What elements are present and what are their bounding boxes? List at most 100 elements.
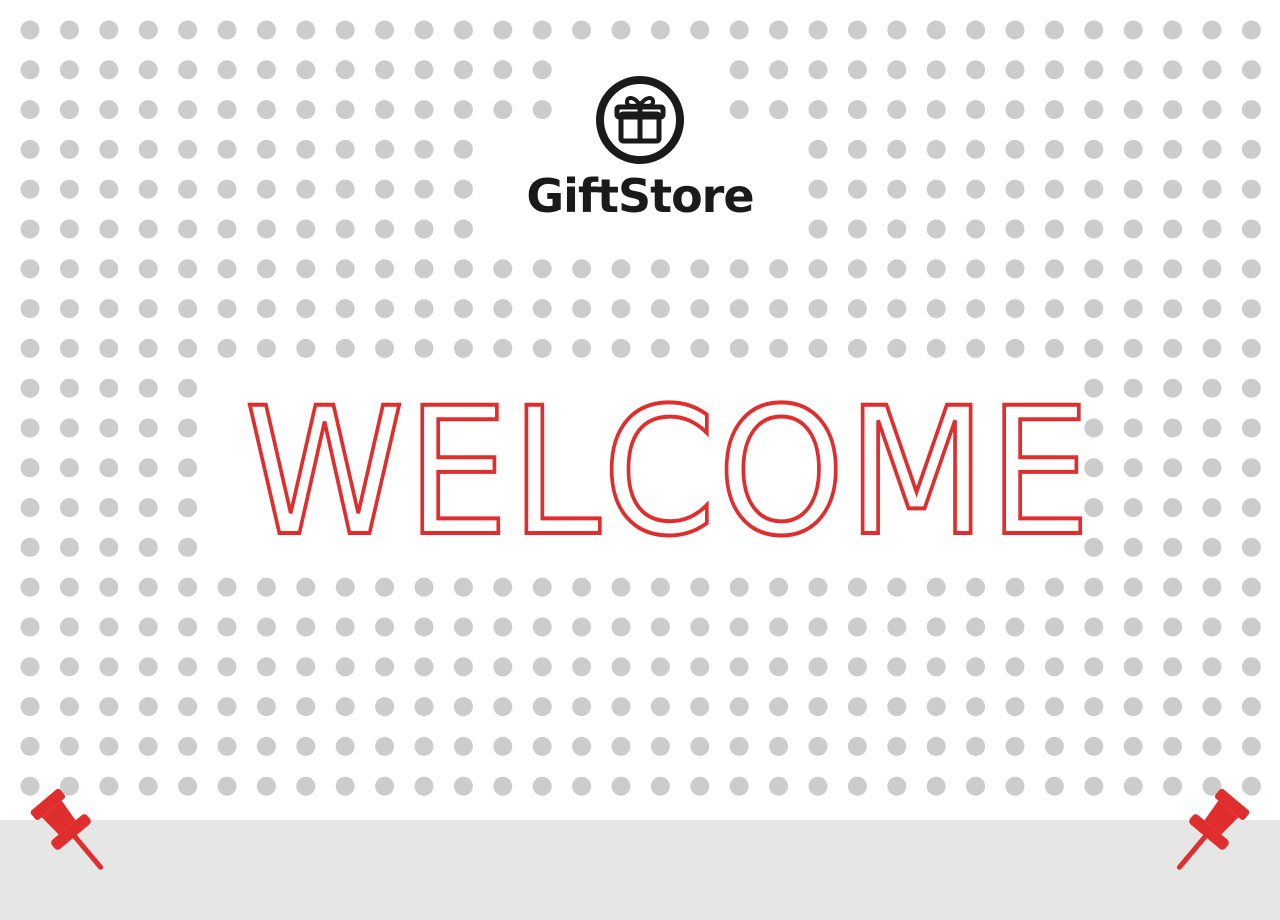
pattern-dot xyxy=(690,20,710,40)
pattern-dot xyxy=(1123,259,1143,279)
pattern-dot xyxy=(1005,617,1025,637)
pattern-dot xyxy=(1241,338,1261,358)
pattern-dot xyxy=(256,259,276,279)
pattern-dot xyxy=(1241,60,1261,80)
pattern-dot xyxy=(414,299,434,319)
pattern-dot xyxy=(532,617,552,637)
pattern-dot xyxy=(611,657,631,677)
pattern-dot xyxy=(59,60,79,80)
pattern-dot xyxy=(1044,617,1064,637)
pattern-dot xyxy=(966,577,986,597)
pattern-dot xyxy=(1044,776,1064,796)
pattern-dot xyxy=(375,179,395,199)
pattern-dot xyxy=(926,617,946,637)
pattern-dot xyxy=(375,139,395,159)
pattern-dot xyxy=(1241,100,1261,120)
pattern-dot xyxy=(808,60,828,80)
pattern-dot xyxy=(256,657,276,677)
pattern-dot xyxy=(1123,20,1143,40)
pattern-dot xyxy=(1163,736,1183,756)
pattern-dot xyxy=(414,219,434,239)
pattern-dot xyxy=(256,219,276,239)
pattern-dot xyxy=(138,219,158,239)
pattern-dot xyxy=(178,100,198,120)
gift-icon xyxy=(596,76,684,164)
pattern-dot xyxy=(966,657,986,677)
pattern-dot xyxy=(178,338,198,358)
pattern-dot xyxy=(966,736,986,756)
pattern-dot xyxy=(20,617,40,637)
pattern-dot xyxy=(296,219,316,239)
pattern-dot xyxy=(138,338,158,358)
pattern-dot xyxy=(808,100,828,120)
pattern-dot xyxy=(926,776,946,796)
pattern-dot xyxy=(1084,100,1104,120)
pattern-dot xyxy=(1163,697,1183,717)
pattern-dot xyxy=(887,657,907,677)
pattern-dot xyxy=(650,338,670,358)
pattern-dot xyxy=(887,577,907,597)
pattern-dot xyxy=(611,338,631,358)
pattern-dot xyxy=(1084,219,1104,239)
pattern-dot xyxy=(335,697,355,717)
pattern-dot xyxy=(729,259,749,279)
pattern-dot xyxy=(1044,20,1064,40)
pattern-dot xyxy=(572,657,592,677)
pattern-dot xyxy=(1163,179,1183,199)
pattern-dot xyxy=(847,299,867,319)
pattern-dot xyxy=(690,657,710,677)
pattern-dot xyxy=(1044,657,1064,677)
brand-name: GiftStore xyxy=(526,169,754,223)
pattern-dot xyxy=(375,657,395,677)
pattern-dot xyxy=(1005,20,1025,40)
pattern-dot xyxy=(1123,299,1143,319)
pattern-dot xyxy=(966,776,986,796)
pattern-dot xyxy=(138,378,158,398)
pattern-dot xyxy=(1123,776,1143,796)
pattern-dot xyxy=(138,776,158,796)
pattern-dot xyxy=(769,697,789,717)
pattern-dot xyxy=(1123,537,1143,557)
pattern-dot xyxy=(414,20,434,40)
pattern-dot xyxy=(1202,537,1222,557)
pattern-dot xyxy=(729,697,749,717)
pattern-dot xyxy=(1084,179,1104,199)
pattern-dot xyxy=(808,697,828,717)
pattern-dot xyxy=(926,736,946,756)
pattern-dot xyxy=(1005,219,1025,239)
pattern-dot xyxy=(59,378,79,398)
pattern-dot xyxy=(690,697,710,717)
pattern-dot xyxy=(1202,697,1222,717)
pattern-dot xyxy=(453,100,473,120)
pattern-dot xyxy=(966,219,986,239)
pattern-dot xyxy=(966,338,986,358)
brand-logo: GiftStore xyxy=(490,74,790,234)
pattern-dot xyxy=(414,179,434,199)
pattern-dot xyxy=(1044,100,1064,120)
pattern-dot xyxy=(847,776,867,796)
pattern-dot xyxy=(1123,697,1143,717)
pattern-dot xyxy=(59,179,79,199)
pattern-dot xyxy=(138,418,158,438)
pattern-dot xyxy=(256,100,276,120)
pattern-dot xyxy=(138,697,158,717)
pattern-dot xyxy=(926,577,946,597)
pattern-dot xyxy=(1202,617,1222,637)
pattern-dot xyxy=(59,20,79,40)
pattern-dot xyxy=(611,299,631,319)
pattern-dot xyxy=(1202,378,1222,398)
pattern-dot xyxy=(375,20,395,40)
pattern-dot xyxy=(256,20,276,40)
pattern-dot xyxy=(335,577,355,597)
pattern-dot xyxy=(59,617,79,637)
pattern-dot xyxy=(1241,219,1261,239)
pattern-dot xyxy=(1241,139,1261,159)
pattern-dot xyxy=(887,776,907,796)
pattern-dot xyxy=(926,657,946,677)
pattern-dot xyxy=(59,259,79,279)
pattern-dot xyxy=(178,736,198,756)
pattern-dot xyxy=(808,736,828,756)
pattern-dot xyxy=(375,219,395,239)
pattern-dot xyxy=(296,577,316,597)
pattern-dot xyxy=(256,338,276,358)
